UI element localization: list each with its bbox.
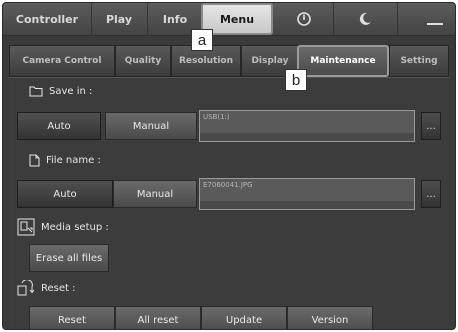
reset-label: Reset : xyxy=(41,282,76,294)
file-name-label: File name : xyxy=(46,155,101,166)
media-setup-label: Media setup : xyxy=(41,221,109,233)
save-in-manual-button[interactable]: Manual xyxy=(105,112,197,140)
moon-icon xyxy=(359,12,371,25)
callout-b-label: b xyxy=(291,71,301,89)
app-window: Controller Play Info Menu Camera Control… xyxy=(2,2,456,330)
callout-a-label: a xyxy=(197,31,207,49)
save-in-manual-label: Manual xyxy=(132,120,170,132)
callout-a: a xyxy=(191,29,213,51)
tab-setting[interactable]: Setting xyxy=(389,45,449,77)
file-name-section: File name : xyxy=(29,154,101,167)
callout-b: b xyxy=(285,69,307,91)
top-bar: Controller Play Info Menu xyxy=(3,3,455,36)
tab-display-label: Display xyxy=(251,56,289,66)
file-name-field[interactable]: E7060041.JPG xyxy=(199,178,415,210)
save-path-value: USB(1:) xyxy=(203,113,230,121)
update-button-label: Update xyxy=(225,314,263,326)
file-name-manual-label: Manual xyxy=(136,188,174,200)
erase-all-files-label: Erase all files xyxy=(35,252,103,264)
tab-setting-label: Setting xyxy=(400,56,438,66)
tab-controller[interactable]: Controller xyxy=(3,3,92,35)
save-browse-button[interactable]: ... xyxy=(421,112,441,140)
file-icon xyxy=(29,154,40,167)
minimize-icon[interactable] xyxy=(427,23,443,25)
tab-quality-label: Quality xyxy=(124,56,162,66)
update-button[interactable]: Update xyxy=(201,306,287,329)
save-in-auto-button[interactable]: Auto xyxy=(17,112,101,140)
save-path-field[interactable]: USB(1:) xyxy=(199,110,415,142)
tab-resolution-label: Resolution xyxy=(178,56,234,66)
reset-button[interactable]: Reset xyxy=(29,306,115,329)
tab-info-label: Info xyxy=(162,12,188,26)
tab-maintenance-label: Maintenance xyxy=(310,56,376,66)
tab-controller-label: Controller xyxy=(15,12,79,26)
tab-camera-control[interactable]: Camera Control xyxy=(9,45,115,77)
erase-all-files-button[interactable]: Erase all files xyxy=(29,244,109,272)
save-in-section: Save in : xyxy=(29,86,92,97)
media-setup-section: Media setup : xyxy=(17,218,109,236)
media-setup-icon xyxy=(17,218,35,236)
all-reset-button-label: All reset xyxy=(137,314,179,326)
reset-icon xyxy=(17,280,35,296)
tab-camera-control-label: Camera Control xyxy=(22,56,102,66)
save-in-auto-label: Auto xyxy=(47,120,71,132)
reset-section: Reset : xyxy=(17,280,75,296)
tab-play-label: Play xyxy=(105,12,133,26)
tab-play[interactable]: Play xyxy=(91,3,148,35)
tab-quality[interactable]: Quality xyxy=(115,45,171,77)
night-mode-button[interactable] xyxy=(333,3,398,35)
file-browse-label: ... xyxy=(426,188,436,200)
version-button-label: Version xyxy=(311,314,349,326)
file-name-auto-label: Auto xyxy=(53,188,77,200)
file-browse-button[interactable]: ... xyxy=(421,180,441,208)
save-in-label: Save in : xyxy=(49,86,93,97)
reset-button-label: Reset xyxy=(58,314,86,326)
folder-icon xyxy=(29,86,43,97)
file-name-value: E7060041.JPG xyxy=(203,181,253,189)
power-icon xyxy=(297,12,311,26)
file-name-manual-button[interactable]: Manual xyxy=(113,180,197,208)
power-button[interactable] xyxy=(275,3,334,35)
all-reset-button[interactable]: All reset xyxy=(115,306,201,329)
save-browse-label: ... xyxy=(426,120,436,132)
tab-menu-label: Menu xyxy=(219,12,255,26)
file-name-auto-button[interactable]: Auto xyxy=(17,180,113,208)
maintenance-panel: Save in : Auto Manual USB(1:) ... File n… xyxy=(9,77,449,329)
version-button[interactable]: Version xyxy=(287,306,373,329)
tab-maintenance[interactable]: Maintenance xyxy=(297,45,389,77)
menu-tabbar: Camera Control Quality Resolution Displa… xyxy=(9,45,449,77)
